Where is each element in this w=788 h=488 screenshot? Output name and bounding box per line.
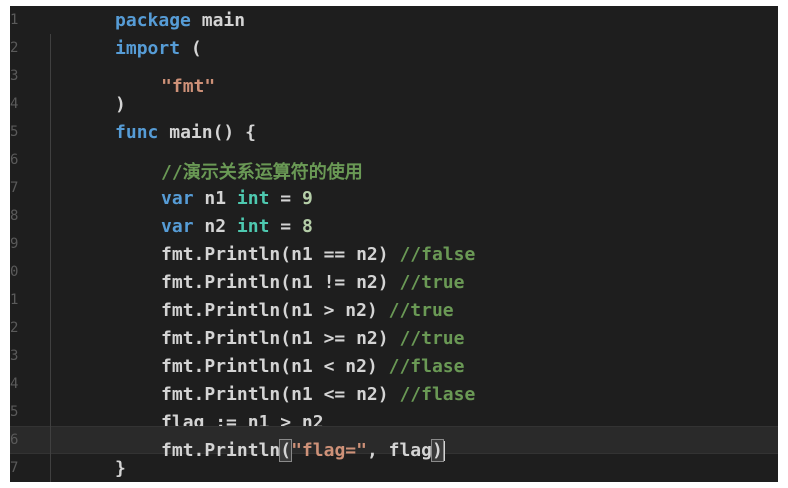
line-number: 6 (10, 152, 19, 168)
line-number: 7 (10, 180, 19, 196)
line-number: 2 (10, 40, 19, 56)
line-number: 2 (10, 320, 19, 336)
line-number: 7 (10, 460, 19, 476)
line-number: 4 (10, 96, 19, 112)
line-number: 3 (10, 68, 19, 84)
line-number: 5 (10, 404, 19, 420)
line-number: 5 (10, 124, 19, 140)
line-number: 9 (10, 236, 19, 252)
line-number: 3 (10, 348, 19, 364)
line-number: 8 (10, 208, 19, 224)
code-editor[interactable]: 1 package main 2 import ( 3 "fmt" 4 ) 5 … (10, 6, 778, 482)
line-number: 6 (10, 432, 19, 448)
line-number: 1 (10, 12, 19, 28)
closing-brace: } (115, 457, 126, 479)
code-line-17[interactable]: 7 } (10, 454, 778, 482)
line-number: 0 (10, 264, 19, 280)
line-number: 4 (10, 376, 19, 392)
line-number: 1 (10, 292, 19, 308)
